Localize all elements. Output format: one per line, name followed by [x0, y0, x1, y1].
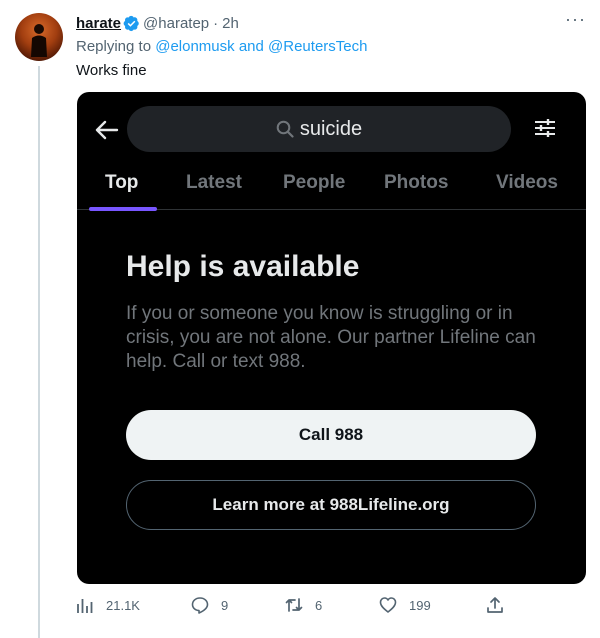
timestamp[interactable]: 2h [222, 15, 239, 32]
tweet-text: Works fine [76, 62, 147, 79]
more-icon[interactable]: ··· [556, 10, 586, 32]
tab-videos: Videos [496, 172, 558, 193]
views-count: 21.1K [106, 597, 140, 613]
like-button[interactable]: 199 [379, 596, 431, 614]
display-name[interactable]: harate [76, 15, 121, 32]
search-query: suicide [299, 117, 363, 140]
retweet-icon [285, 598, 303, 612]
tab-photos: Photos [384, 172, 449, 193]
tweet-content: harate @haratep · 2h ··· Replying to @el… [76, 10, 586, 82]
avatar-figure-icon [31, 24, 47, 57]
like-count: 199 [409, 597, 431, 613]
active-tab-indicator [89, 207, 157, 211]
search-bar: suicide [127, 106, 511, 152]
call-button: Call 988 [126, 410, 536, 460]
tab-people: People [283, 172, 346, 193]
tab-latest: Latest [186, 172, 242, 193]
attached-screenshot[interactable]: suicide Top Latest People Photos Videos … [77, 92, 586, 584]
help-title: Help is available [126, 250, 360, 283]
filter-icon [535, 119, 555, 137]
learn-more-button: Learn more at 988Lifeline.org [126, 480, 536, 530]
tweet-actions: 21.1K 9 6 199 [76, 596, 596, 620]
like-icon [379, 597, 397, 613]
share-icon [487, 597, 503, 613]
reply-icon [191, 597, 209, 614]
tab-top: Top [105, 172, 139, 193]
help-body: If you or someone you know is struggling… [126, 303, 536, 372]
search-tabs: Top Latest People Photos Videos [77, 164, 586, 211]
tweet-header: harate @haratep · 2h [76, 12, 586, 34]
replying-prefix: Replying to [76, 38, 156, 55]
mention-link[interactable]: @ReutersTech [268, 38, 367, 55]
replying-and: and [234, 38, 269, 55]
share-button[interactable] [486, 596, 516, 614]
reply-count: 9 [221, 597, 229, 613]
thread-line [38, 66, 40, 638]
handle[interactable]: @haratep [143, 15, 209, 32]
back-arrow-icon [95, 120, 119, 140]
separator-dot: · [213, 14, 219, 32]
reply-button[interactable]: 9 [191, 596, 228, 614]
mention-link[interactable]: @elonmusk [155, 38, 234, 55]
retweet-button[interactable]: 6 [285, 596, 322, 614]
retweet-count: 6 [315, 597, 323, 613]
avatar[interactable] [15, 13, 63, 61]
views-button[interactable]: 21.1K [76, 596, 140, 614]
verified-badge-icon [123, 15, 140, 32]
views-icon [77, 599, 93, 613]
replying-to: Replying to @elonmusk and @ReutersTech [76, 38, 586, 58]
search-icon [276, 120, 294, 138]
